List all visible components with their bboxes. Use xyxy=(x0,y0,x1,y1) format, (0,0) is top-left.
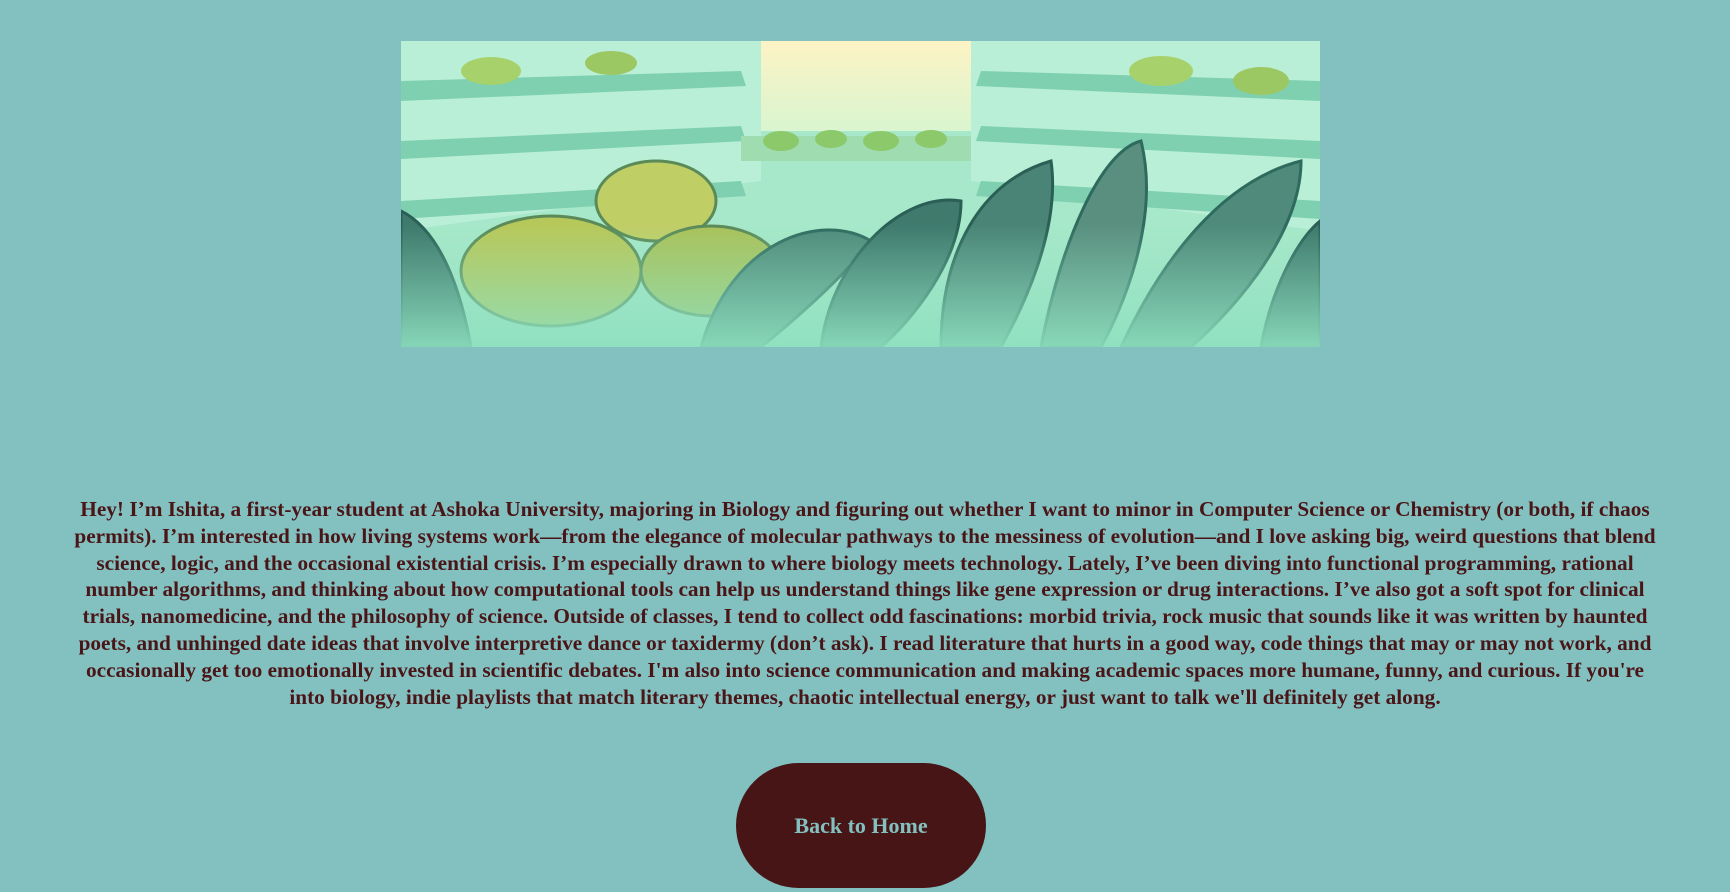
back-to-home-button[interactable]: Back to Home xyxy=(736,763,986,888)
bio-paragraph: Hey! I’m Ishita, a first-year student at… xyxy=(74,497,1656,709)
greenhouse-banner-image xyxy=(401,41,1320,347)
